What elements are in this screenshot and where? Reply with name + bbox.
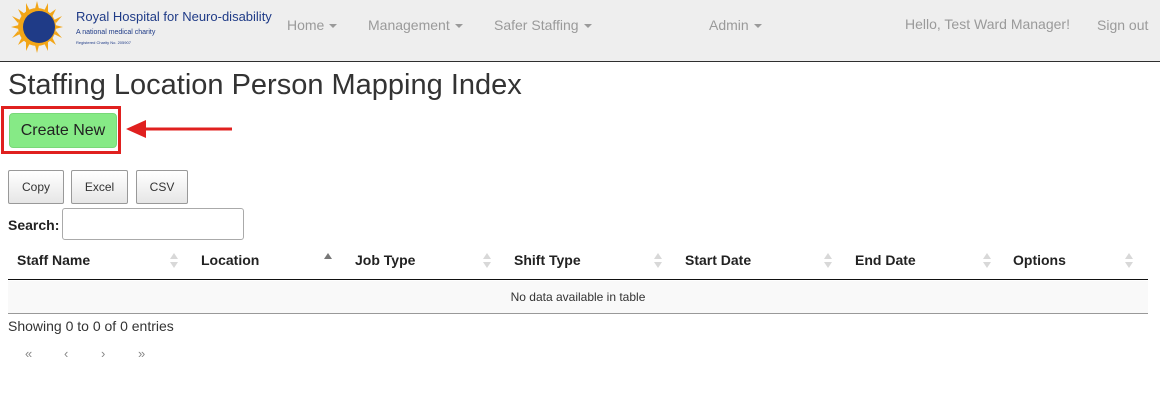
sort-icon[interactable] bbox=[170, 252, 178, 270]
sort-ascending-icon[interactable] bbox=[324, 252, 332, 270]
sort-icon[interactable] bbox=[983, 252, 991, 270]
column-header-start-date[interactable]: Start Date bbox=[685, 252, 751, 268]
column-header-end-date[interactable]: End Date bbox=[855, 252, 916, 268]
table-info: Showing 0 to 0 of 0 entries bbox=[8, 318, 174, 334]
sort-icon[interactable] bbox=[654, 252, 662, 270]
search-label: Search: bbox=[8, 217, 60, 233]
column-header-shift-type[interactable]: Shift Type bbox=[514, 252, 581, 268]
column-header-job-type[interactable]: Job Type bbox=[355, 252, 415, 268]
page-title: Staffing Location Person Mapping Index bbox=[8, 69, 522, 101]
pagination-last-button[interactable]: » bbox=[138, 346, 145, 361]
nav-home-dropdown[interactable]: Home bbox=[287, 17, 338, 33]
top-navbar: Royal Hospital for Neuro-disability A na… bbox=[0, 0, 1160, 62]
caret-down-icon bbox=[329, 24, 338, 29]
pagination-previous-button[interactable]: ‹ bbox=[64, 346, 68, 361]
column-header-location[interactable]: Location bbox=[201, 252, 259, 268]
caret-down-icon bbox=[583, 24, 592, 29]
empty-table-message: No data available in table bbox=[8, 281, 1148, 313]
nav-safer-staffing-dropdown[interactable]: Safer Staffing bbox=[494, 17, 592, 33]
nav-admin-dropdown[interactable]: Admin bbox=[709, 17, 762, 33]
search-input[interactable] bbox=[62, 208, 244, 240]
brand-registration: Registered Charity No. 205907 bbox=[76, 40, 131, 45]
csv-button[interactable]: CSV bbox=[136, 170, 188, 204]
annotation-arrow-icon bbox=[126, 120, 232, 138]
pagination-first-button[interactable]: « bbox=[25, 346, 32, 361]
nav-home-label: Home bbox=[287, 17, 325, 33]
nav-management-label: Management bbox=[368, 17, 450, 33]
user-greeting-link[interactable]: Hello, Test Ward Manager! bbox=[905, 16, 1070, 32]
caret-down-icon bbox=[753, 24, 762, 29]
create-new-button[interactable]: Create New bbox=[9, 113, 117, 148]
sign-out-link[interactable]: Sign out bbox=[1097, 17, 1148, 33]
copy-button[interactable]: Copy bbox=[8, 170, 64, 204]
brand-tagline: A national medical charity bbox=[76, 29, 156, 36]
sort-icon[interactable] bbox=[1125, 252, 1133, 270]
column-header-options[interactable]: Options bbox=[1013, 252, 1066, 268]
nav-management-dropdown[interactable]: Management bbox=[368, 17, 463, 33]
nav-safer-staffing-label: Safer Staffing bbox=[494, 17, 579, 33]
sort-icon[interactable] bbox=[824, 252, 832, 270]
hospital-logo-icon[interactable] bbox=[6, 1, 68, 53]
excel-button[interactable]: Excel bbox=[71, 170, 128, 204]
pagination-next-button[interactable]: › bbox=[101, 346, 105, 361]
sort-icon[interactable] bbox=[483, 252, 491, 270]
nav-admin-label: Admin bbox=[709, 17, 749, 33]
caret-down-icon bbox=[454, 24, 463, 29]
table-bottom-divider bbox=[8, 313, 1148, 314]
brand-name[interactable]: Royal Hospital for Neuro-disability bbox=[76, 9, 272, 24]
table-header-divider bbox=[8, 279, 1148, 280]
column-header-staff-name[interactable]: Staff Name bbox=[17, 252, 90, 268]
